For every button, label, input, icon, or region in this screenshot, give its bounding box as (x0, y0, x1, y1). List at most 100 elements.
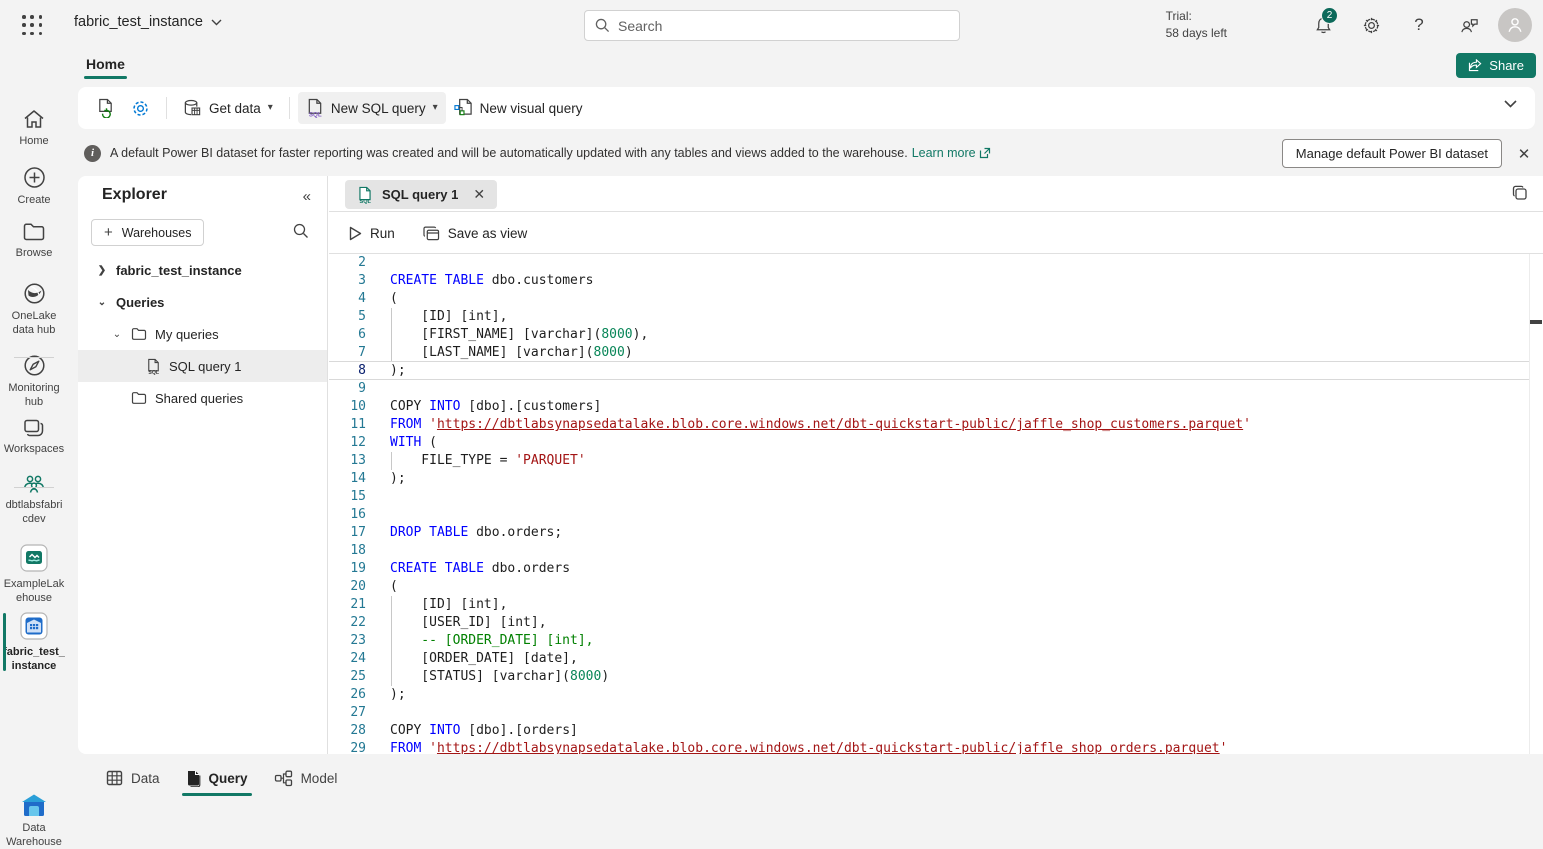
tree-item-label: Shared queries (155, 391, 243, 406)
code-line-4[interactable]: 4( (329, 290, 1529, 308)
explorer-title: Explorer (102, 186, 167, 204)
save-as-view-label: Save as view (448, 226, 528, 241)
code-line-28[interactable]: 28COPY INTO [dbo].[orders] (329, 722, 1529, 740)
query-tab[interactable]: SQL SQL query 1 ✕ (345, 180, 497, 209)
app-launcher-icon[interactable] (22, 15, 44, 37)
code-line-20[interactable]: 20( (329, 578, 1529, 596)
rail-item-label: Data Warehouse (3, 821, 65, 849)
search-placeholder: Search (618, 18, 662, 34)
code-line-7[interactable]: 7 [LAST_NAME] [varchar](8000) (329, 344, 1529, 362)
rail-item-dbtlabsfabricdev[interactable]: dbtlabsfabricdev (0, 472, 68, 526)
view-tab-query[interactable]: Query (180, 762, 254, 797)
tree-item-my-queries[interactable]: ⌄My queries (78, 318, 327, 350)
rail-item-example-lakehouse[interactable]: ExampleLakehouse (0, 543, 68, 605)
code-line-8[interactable]: 8); (329, 361, 1529, 380)
get-data-button[interactable]: Get data ▾ (175, 93, 281, 124)
rail-item-label: OneLake data hub (3, 309, 65, 337)
avatar[interactable] (1498, 8, 1532, 42)
search-input[interactable]: Search (584, 10, 960, 41)
rail-item-workspaces[interactable]: Workspaces (0, 418, 68, 456)
learn-more-link[interactable]: Learn more (912, 146, 976, 160)
new-sql-query-button[interactable]: SQL New SQL query ▾ (298, 92, 446, 124)
chevron-right-icon[interactable]: ❯ (96, 265, 108, 276)
left-nav-rail: Home Create Browse OneLake data hub Monitori… (0, 50, 68, 804)
editor-scrollbar[interactable] (1529, 254, 1543, 754)
code-line-11[interactable]: 11FROM 'https://dbtlabsynapsedatalake.bl… (329, 416, 1529, 434)
tab-home[interactable]: Home (84, 53, 127, 79)
workspace-switcher[interactable]: fabric_test_instance (74, 14, 222, 30)
code-text: [STATUS] [varchar](8000) (390, 668, 609, 686)
run-button[interactable]: Run (349, 226, 395, 241)
code-line-5[interactable]: 5 [ID] [int], (329, 308, 1529, 326)
rail-divider (14, 357, 54, 358)
code-line-14[interactable]: 14); (329, 470, 1529, 488)
code-line-29[interactable]: 29FROM 'https://dbtlabsynapsedatalake.bl… (329, 740, 1529, 754)
explorer-collapse-button[interactable]: « (303, 188, 311, 205)
tree-item-shared-queries[interactable]: Shared queries (78, 382, 327, 414)
copy-icon[interactable] (1511, 184, 1529, 202)
manage-default-dataset-button[interactable]: Manage default Power BI dataset (1282, 139, 1502, 168)
rail-item-create[interactable]: Create (0, 166, 68, 207)
code-line-17[interactable]: 17DROP TABLE dbo.orders; (329, 524, 1529, 542)
rail-item-fabric-test-instance[interactable]: fabric_test_instance (0, 611, 68, 673)
code-line-26[interactable]: 26); (329, 686, 1529, 704)
code-line-13[interactable]: 13 FILE_TYPE = 'PARQUET' (329, 452, 1529, 470)
code-line-22[interactable]: 22 [USER_ID] [int], (329, 614, 1529, 632)
rail-item-monitoring-hub[interactable]: Monitoring hub (0, 354, 68, 409)
view-tab-data[interactable]: Data (100, 762, 166, 796)
bottom-view-switcher: Data Query Model (78, 754, 1543, 804)
editor-tab-row: SQL SQL query 1 ✕ (329, 176, 1543, 212)
notifications-button[interactable]: 2 (1311, 13, 1335, 37)
new-sql-query-label: New SQL query (331, 101, 426, 116)
save-as-view-button[interactable]: Save as view (423, 226, 528, 241)
code-line-10[interactable]: 10COPY INTO [dbo].[customers] (329, 398, 1529, 416)
new-visual-query-button[interactable]: New visual query (446, 92, 591, 124)
scrollbar-thumb[interactable] (1530, 320, 1542, 324)
explorer-search-button[interactable] (293, 223, 309, 239)
share-button[interactable]: Share (1456, 53, 1536, 78)
settings-tool-button[interactable] (123, 93, 158, 124)
tree-item-queries[interactable]: ⌄Queries (78, 286, 327, 318)
code-line-23[interactable]: 23 -- [ORDER_DATE] [int], (329, 632, 1529, 650)
code-line-16[interactable]: 16 (329, 506, 1529, 524)
rail-item-onelake-data-hub[interactable]: OneLake data hub (0, 282, 68, 337)
banner-close-icon[interactable]: ✕ (1513, 143, 1535, 165)
close-tab-icon[interactable]: ✕ (473, 186, 485, 203)
tree-item-fabric-test-instance[interactable]: ❯fabric_test_instance (78, 254, 327, 286)
code-line-15[interactable]: 15 (329, 488, 1529, 506)
chevron-down-icon[interactable]: ⌄ (96, 297, 108, 308)
query-tab-label: SQL query 1 (382, 187, 458, 202)
rail-item-data-warehouse[interactable]: Data Warehouse (0, 793, 68, 849)
settings-button[interactable] (1359, 13, 1383, 37)
code-line-9[interactable]: 9 (329, 380, 1529, 398)
line-number: 21 (329, 596, 366, 614)
code-line-3[interactable]: 3CREATE TABLE dbo.customers (329, 272, 1529, 290)
refresh-button[interactable] (88, 92, 123, 124)
code-text: [ID] [int], (390, 308, 507, 326)
code-line-2[interactable]: 2 (329, 254, 1529, 272)
tree-item-sql-query-1[interactable]: SQLSQL query 1 (78, 350, 327, 382)
code-line-6[interactable]: 6 [FIRST_NAME] [varchar](8000), (329, 326, 1529, 344)
sql-code-area[interactable]: 23CREATE TABLE dbo.customers4(5 [ID] [in… (329, 254, 1529, 754)
line-number: 5 (329, 308, 366, 326)
view-tab-label: Model (301, 771, 338, 786)
chevron-down-icon[interactable]: ⌄ (111, 329, 123, 340)
feedback-button[interactable] (1457, 13, 1481, 37)
toolbar-collapse-button[interactable] (1504, 100, 1517, 108)
code-line-24[interactable]: 24 [ORDER_DATE] [date], (329, 650, 1529, 668)
help-button[interactable]: ? (1407, 13, 1431, 37)
code-line-21[interactable]: 21 [ID] [int], (329, 596, 1529, 614)
code-line-27[interactable]: 27 (329, 704, 1529, 722)
code-line-18[interactable]: 18 (329, 542, 1529, 560)
rail-item-browse[interactable]: Browse (0, 222, 68, 260)
rail-item-label: ExampleLakehouse (3, 577, 65, 605)
code-text: FROM 'https://dbtlabsynapsedatalake.blob… (390, 740, 1227, 754)
line-number: 19 (329, 560, 366, 578)
code-line-19[interactable]: 19CREATE TABLE dbo.orders (329, 560, 1529, 578)
code-line-12[interactable]: 12WITH ( (329, 434, 1529, 452)
code-line-25[interactable]: 25 [STATUS] [varchar](8000) (329, 668, 1529, 686)
warehouses-button[interactable]: + Warehouses (91, 219, 204, 246)
line-number: 22 (329, 614, 366, 632)
rail-item-home[interactable]: Home (0, 108, 68, 148)
view-tab-model[interactable]: Model (268, 762, 344, 797)
